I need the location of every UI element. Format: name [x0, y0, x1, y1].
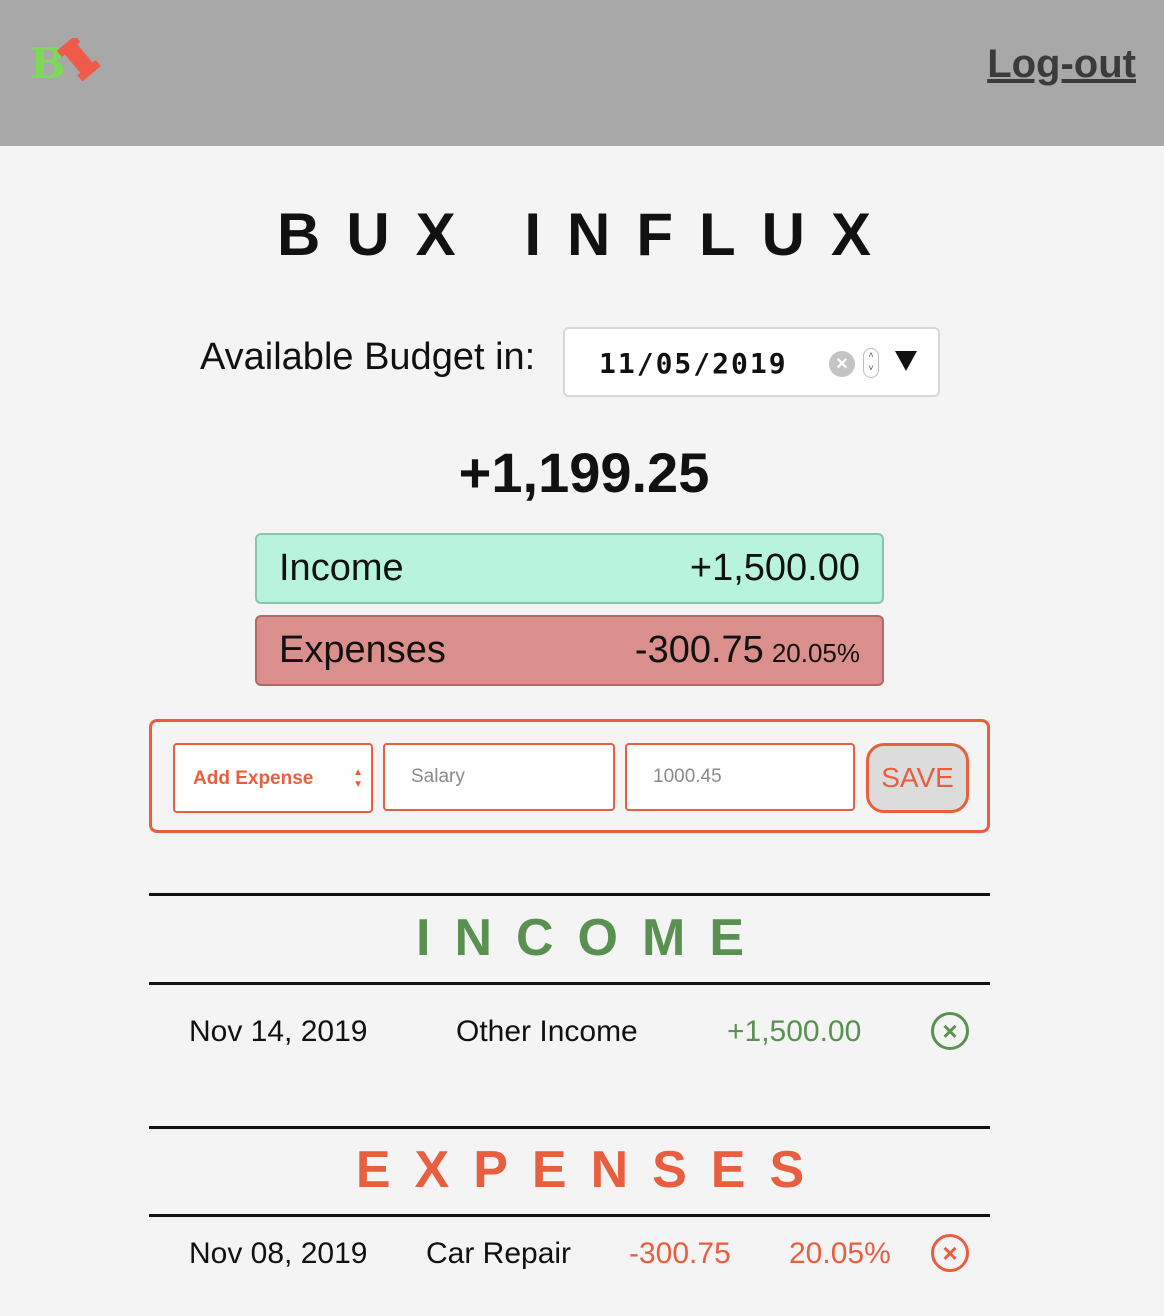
date-value[interactable]: 11/05/2019 — [599, 347, 788, 380]
income-item-date: Nov 14, 2019 — [189, 1015, 368, 1048]
income-section-title: INCOME — [416, 909, 768, 967]
budget-label: Available Budget in: — [200, 336, 536, 378]
amount-input[interactable] — [625, 743, 855, 811]
expenses-summary-values: -300.75 20.05% — [635, 629, 860, 672]
divider — [149, 1126, 990, 1129]
date-picker[interactable]: 11/05/2019 × ˄ ˅ — [563, 327, 940, 397]
divider — [149, 982, 990, 985]
entry-type-selected: Add Expense — [193, 768, 314, 789]
save-button[interactable]: SAVE — [866, 743, 969, 813]
add-entry-form: Add Expense ▲▼ SAVE — [149, 719, 990, 833]
delete-income-icon[interactable]: × — [931, 1012, 969, 1050]
logout-link[interactable]: Log-out — [987, 42, 1136, 87]
description-input[interactable] — [383, 743, 615, 811]
expenses-summary-label: Expenses — [279, 629, 446, 671]
expense-item-date: Nov 08, 2019 — [189, 1237, 368, 1270]
expense-item-description: Car Repair — [426, 1237, 572, 1270]
income-summary-value: +1,500.00 — [689, 547, 860, 589]
select-arrows-icon: ▲ ▼ — [353, 767, 363, 790]
expenses-summary-percent: 20.05% — [771, 638, 860, 668]
expenses-summary: Expenses -300.75 20.05% — [255, 615, 884, 686]
svg-text:B: B — [30, 39, 66, 82]
income-summary: Income +1,500.00 — [255, 533, 884, 604]
expense-item-amount: -300.75 — [629, 1237, 731, 1270]
budget-total: +1,199.25 — [458, 441, 710, 504]
app-title: BUX INFLUX — [277, 201, 897, 268]
income-summary-label: Income — [279, 547, 404, 589]
income-item-description: Other Income — [456, 1015, 638, 1048]
entry-type-select[interactable]: Add Expense ▲ ▼ — [173, 743, 373, 813]
expense-item-percent: 20.05% — [789, 1237, 891, 1270]
date-stepper-icon[interactable]: ˄ ˅ — [863, 348, 879, 378]
chevron-down-icon[interactable] — [895, 351, 917, 371]
income-item-amount: +1,500.00 — [727, 1015, 862, 1048]
divider — [149, 1214, 990, 1217]
divider — [149, 893, 990, 896]
delete-expense-icon[interactable]: × — [931, 1234, 969, 1272]
top-bar: B Log-out — [0, 0, 1164, 146]
clear-date-icon[interactable]: × — [829, 351, 855, 377]
expenses-section-title: EXPENSES — [355, 1141, 829, 1199]
expenses-summary-value: -300.75 — [634, 629, 764, 671]
logo[interactable]: B — [28, 38, 104, 82]
